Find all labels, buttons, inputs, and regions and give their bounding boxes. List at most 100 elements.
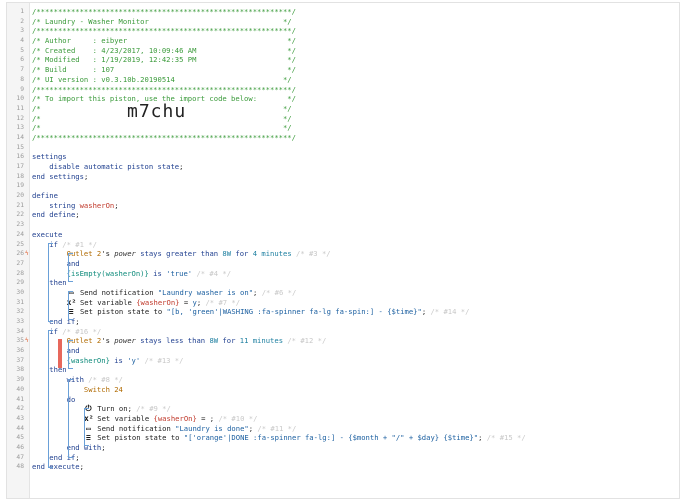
token-op: ; — [75, 317, 80, 326]
code-line[interactable]: 29 then — [7, 278, 679, 288]
code-line[interactable]: 18 end settings; — [7, 172, 679, 182]
code-line[interactable]: 19 — [7, 181, 679, 191]
token-op: Send notification — [92, 423, 176, 433]
token-cmt: /***************************************… — [32, 84, 296, 94]
code-line[interactable]: 32 ≡ Set piston state to "[b, 'green'|WA… — [7, 307, 679, 317]
line-number: 32 — [16, 308, 24, 316]
token-kw: settings — [32, 152, 67, 162]
code-line[interactable]: 48 end execute; — [7, 462, 679, 472]
code-line[interactable]: 38 then — [7, 365, 679, 375]
code-text: /* Modified : 1/19/2019, 12:42:35 PM */ — [32, 55, 296, 65]
code-text: x² Set variable {washerOn} = y; /* #7 */ — [32, 298, 240, 308]
code-line[interactable]: 16 settings — [7, 152, 679, 162]
line-number: 44 — [16, 424, 24, 432]
code-line[interactable]: 2 /* Laundry - Washer Monitor */ — [7, 17, 679, 27]
token-str: "Laundry is done" — [175, 423, 249, 433]
line-number: 2 — [20, 17, 24, 25]
line-number: 7 — [20, 66, 24, 74]
code-editor[interactable]: 1 /**************************************… — [6, 2, 680, 499]
code-text: settings — [32, 152, 67, 162]
line-number: 14 — [16, 133, 24, 141]
code-line[interactable]: 35 ϟ Outlet 2's power stays less than 8W … — [7, 336, 679, 346]
code-line[interactable]: 10/* To import this piston, use the impo… — [7, 94, 679, 104]
code-line[interactable]: 3 /**************************************… — [7, 26, 679, 36]
code-text: ≡ Set piston state to "[b, 'green'|WASHI… — [32, 307, 470, 317]
code-line[interactable]: 28 {isEmpty(washerOn)} is 'true' /* #4 *… — [7, 269, 679, 279]
code-line[interactable]: 7 /* Build : 107 */ — [7, 65, 679, 75]
code-line[interactable]: 9 /**************************************… — [7, 85, 679, 95]
code-line[interactable]: 1 /**************************************… — [7, 7, 679, 17]
code-line[interactable]: 45 ≡ Set piston state to "['orange'|DONE… — [7, 433, 679, 443]
code-line[interactable]: 21 string washerOn; — [7, 201, 679, 211]
code-line[interactable]: 43 x² Set variable {washerOn} = ; /* #10… — [7, 414, 679, 424]
line-number: 21 — [16, 201, 24, 209]
code-line[interactable]: 17 disable automatic piston state; — [7, 162, 679, 172]
token-kw: stays greater than — [135, 249, 223, 259]
code-text: string washerOn; — [32, 200, 118, 211]
code-text: define — [32, 191, 58, 201]
code-line[interactable]: 13 /* */ — [7, 123, 679, 133]
token-op: ; — [75, 452, 80, 462]
line-number: 18 — [16, 172, 24, 180]
code-text: end execute; — [32, 462, 84, 472]
code-line[interactable]: 26 ϟ Outlet 2's power stays greater than … — [7, 249, 679, 259]
code-line[interactable]: 31 x² Set variable {washerOn} = y; /* #7… — [7, 298, 679, 308]
line-number: 20 — [16, 192, 24, 200]
code-text: /* Build : 107 */ — [32, 65, 296, 75]
code-line[interactable]: 24 execute — [7, 230, 679, 240]
line-number: 42 — [16, 405, 24, 413]
line-number: 23 — [16, 221, 24, 229]
token-kw: string — [32, 200, 80, 210]
code-line[interactable]: 30 ▭ Send notification "Laundry washer i… — [7, 288, 679, 298]
code-line[interactable]: 12/* */m7chu — [7, 102, 679, 124]
code-line[interactable]: 15 — [7, 143, 679, 153]
code-line[interactable]: 44 ▭ Send notification "Laundry is done"… — [7, 424, 679, 434]
code-line[interactable]: 41 do — [7, 395, 679, 405]
code-body: 1 /**************************************… — [7, 7, 679, 472]
code-line[interactable]: 22 end define; — [7, 210, 679, 220]
code-line[interactable]: 4 /* Author : eibyer */ — [7, 36, 679, 46]
code-line[interactable]: 14 /*************************************… — [7, 133, 679, 143]
code-line[interactable]: 42 ⏻ Turn on; /* #9 */ — [7, 404, 679, 414]
token-var: {washerOn} — [153, 413, 197, 423]
code-line[interactable]: 36 and — [7, 346, 679, 356]
code-line[interactable]: 5 /* Created : 4/23/2017, 10:09:46 AM */ — [7, 46, 679, 56]
line-number: 13 — [16, 124, 24, 132]
block-bracket — [68, 339, 73, 369]
token-idx: /* #11 */ — [253, 423, 297, 433]
code-line[interactable]: 27 and — [7, 259, 679, 269]
code-text: /* Author : eibyer */ — [32, 36, 296, 46]
code-text: end settings; — [32, 172, 88, 182]
token-var: washerOn — [79, 200, 115, 210]
token-cmt: /* Modified : 1/19/2019, 12:42:35 PM */ — [32, 55, 296, 65]
code-line[interactable]: 11/* */ — [7, 104, 679, 114]
code-text: {isEmpty(washerOn)} is 'true' /* #4 */ — [32, 269, 231, 279]
line-number: 35 — [16, 337, 24, 345]
code-line[interactable]: 23 — [7, 220, 679, 230]
code-text: execute — [32, 230, 62, 240]
token-num: 4 minutes — [252, 249, 292, 259]
code-line[interactable]: 34 if /* #16 */ — [7, 327, 679, 337]
code-line[interactable]: 6 /* Modified : 1/19/2019, 12:42:35 PM */ — [7, 55, 679, 65]
code-line[interactable]: 33 end if; — [7, 317, 679, 327]
code-line[interactable]: 39 with /* #8 */ — [7, 375, 679, 385]
token-cmt: /* Build : 107 */ — [32, 65, 296, 75]
code-line[interactable]: 40 Switch 24 — [7, 385, 679, 395]
token-idx: /* #16 */ — [62, 326, 102, 336]
token-op — [32, 424, 84, 433]
code-line[interactable]: 8 /* UI version : v0.3.10b.20190514 */ — [7, 75, 679, 85]
code-line[interactable]: 37 {washerOn} is 'y' /* #13 */ — [7, 356, 679, 366]
code-line[interactable]: 25 if /* #1 */ — [7, 240, 679, 250]
trigger-bolt-icon: ϟ — [25, 337, 29, 345]
token-kw: end execute — [32, 462, 80, 472]
line-number: 43 — [16, 414, 24, 422]
import-code[interactable]: m7chu — [127, 102, 186, 119]
token-op: ; — [179, 162, 184, 171]
token-op: Set variable — [75, 297, 137, 307]
code-line[interactable]: 47 end if; — [7, 453, 679, 463]
code-line[interactable]: 20 define — [7, 191, 679, 201]
code-text: /* UI version : v0.3.10b.20190514 */ — [32, 75, 292, 85]
token-op: Send notification — [75, 287, 158, 297]
code-text: /* Laundry - Washer Monitor */ — [32, 17, 292, 27]
code-line[interactable]: 46 end with; — [7, 443, 679, 453]
